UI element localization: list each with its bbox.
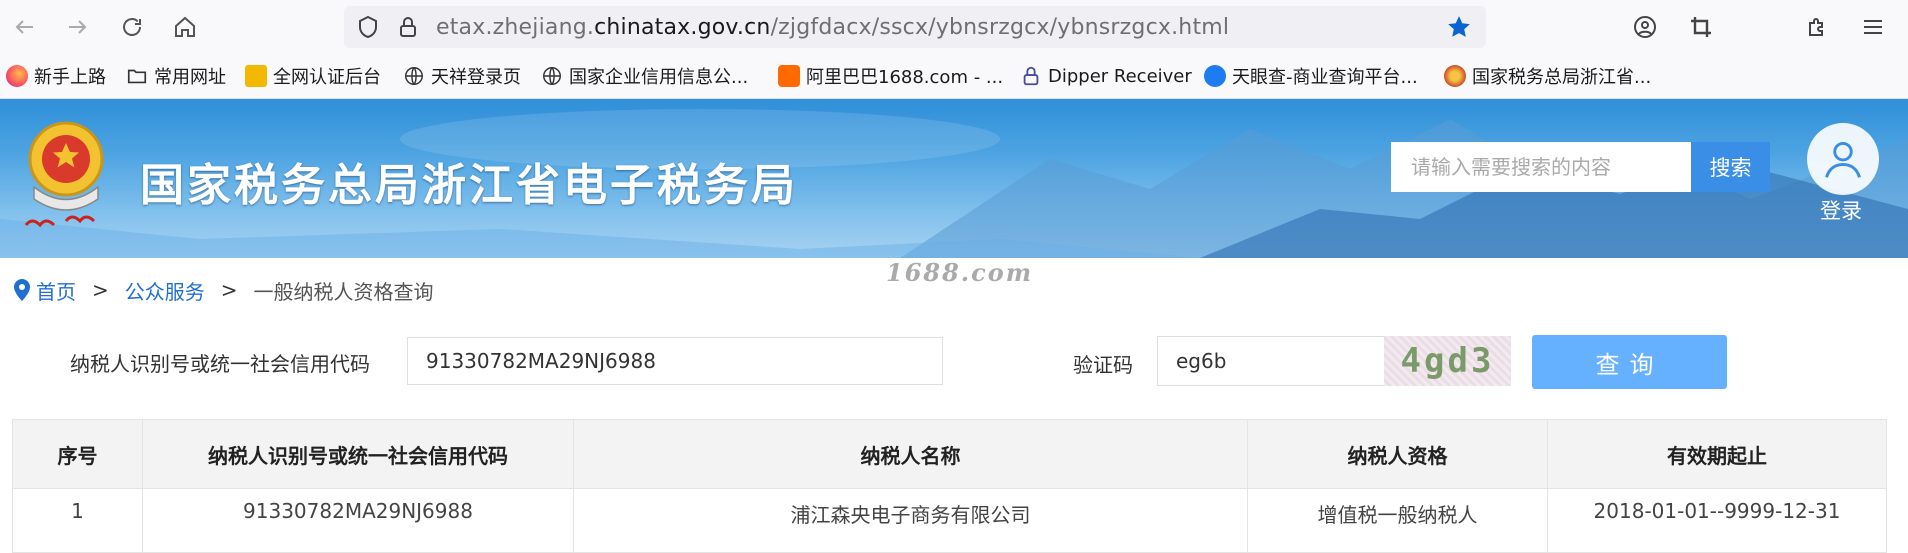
breadcrumb-separator: > [92,278,109,302]
bookmark-item[interactable]: 天祥登录页 [403,64,521,88]
breadcrumb-separator: > [220,278,238,302]
bookmark-label: 新手上路 [34,67,106,88]
lock-icon [400,17,416,37]
account-icon [1634,16,1656,38]
bookmark-label: 国家企业信用信息公... [569,67,749,88]
bookmarks-bar: 新手上路 常用网址 全网认证后台 天祥登录页 国家企业信用信息公... 阿里巴巴… [0,54,1908,99]
arrow-left-icon [15,20,33,34]
globe-icon [405,67,423,85]
folder-icon [127,69,147,84]
bookmark-item[interactable]: 国家税务总局浙江省... [1444,64,1651,88]
bookmark-label: Dipper Receiver [1048,65,1192,87]
back-button[interactable] [8,10,42,44]
globe-icon [543,67,561,85]
bookmark-label: 全网认证后台 [273,67,381,88]
captcha-input[interactable] [1157,336,1385,386]
bookmark-item[interactable]: 阿里巴巴1688.com - ... [778,64,1003,88]
captcha-image[interactable]: 4gd3 [1384,336,1511,386]
breadcrumb-home-link[interactable]: 首页 [36,276,76,305]
tianyancha-icon [1204,65,1226,87]
cert-icon [245,65,267,87]
breadcrumb-public-service-link[interactable]: 公众服务 [125,276,205,305]
site-search-button[interactable]: 搜索 [1691,142,1770,192]
bookmark-item[interactable]: 天眼查-商业查询平台... [1204,64,1418,88]
url-text: etax.zhejiang.chinatax.gov.cn/zjgfdacx/s… [436,15,1230,40]
bookmark-item[interactable]: 全网认证后台 [245,64,381,88]
column-header-qualification: 纳税人资格 [1247,419,1548,489]
taxpayer-id-input[interactable] [407,337,943,385]
bookmark-label: 国家税务总局浙江省... [1472,67,1652,88]
alibaba-icon [778,65,800,87]
column-header-index: 序号 [12,419,143,489]
reload-button[interactable] [115,10,149,44]
reload-icon [123,18,141,36]
firefox-icon [6,65,28,87]
column-header-taxpayer-name: 纳税人名称 [573,419,1248,489]
bookmark-label: 阿里巴巴1688.com - ... [806,67,1004,88]
bookmark-label: 常用网址 [154,67,226,88]
site-title: 国家税务总局浙江省电子税务局 [140,160,798,211]
lock-icon [1023,66,1039,86]
home-icon [175,16,195,37]
crop-button[interactable] [1684,10,1718,44]
login-label[interactable]: 登录 [1820,195,1862,225]
bookmark-label: 天祥登录页 [431,67,521,88]
menu-button[interactable] [1856,10,1890,44]
bookmark-item[interactable]: 常用网址 [126,64,226,88]
site-header-banner: 国家税务总局浙江省电子税务局 搜索 登录 [0,99,1908,258]
home-button[interactable] [168,10,202,44]
breadcrumb-current: 一般纳税人资格查询 [253,279,434,304]
taxpayer-id-label: 纳税人识别号或统一社会信用代码 [70,352,370,376]
puzzle-icon [1809,18,1823,36]
browser-toolbar: etax.zhejiang.chinatax.gov.cn/zjgfdacx/s… [0,0,1908,54]
bookmark-label: 天眼查-商业查询平台... [1232,67,1418,88]
site-search-input[interactable] [1391,142,1691,192]
account-button[interactable] [1628,10,1662,44]
login-avatar[interactable] [1807,123,1879,195]
bookmark-item[interactable]: 国家企业信用信息公... [541,64,748,88]
watermark: 1688.com [886,258,1034,287]
bookmark-item[interactable]: 新手上路 [6,64,106,88]
tax-emblem-logo [24,121,104,228]
location-pin-icon [14,279,30,301]
forward-button[interactable] [60,10,94,44]
table-header-row: 序号 纳税人识别号或统一社会信用代码 纳税人名称 纳税人资格 有效期起止 [12,419,1887,489]
query-button[interactable]: 查询 [1532,335,1727,389]
column-header-validity: 有效期起止 [1547,419,1887,489]
hamburger-menu-icon [1864,20,1882,34]
shield-icon [359,15,377,39]
user-icon [1825,141,1861,178]
bookmark-item[interactable]: Dipper Receiver [1020,64,1192,88]
arrow-right-icon [69,20,87,34]
address-bar[interactable]: etax.zhejiang.chinatax.gov.cn/zjgfdacx/s… [344,6,1486,48]
tax-emblem-icon [1444,65,1466,87]
captcha-label: 验证码 [1073,353,1133,377]
breadcrumb: 首页 > 公众服务 > 一般纳税人资格查询 [12,275,434,305]
result-table: 序号 纳税人识别号或统一社会信用代码 纳税人名称 纳税人资格 有效期起止 1 9… [12,419,1887,553]
column-header-taxpayer-id: 纳税人识别号或统一社会信用代码 [142,419,574,489]
extensions-button[interactable] [1800,10,1834,44]
crop-icon [1691,17,1711,37]
bookmark-star-icon[interactable] [1446,14,1472,40]
